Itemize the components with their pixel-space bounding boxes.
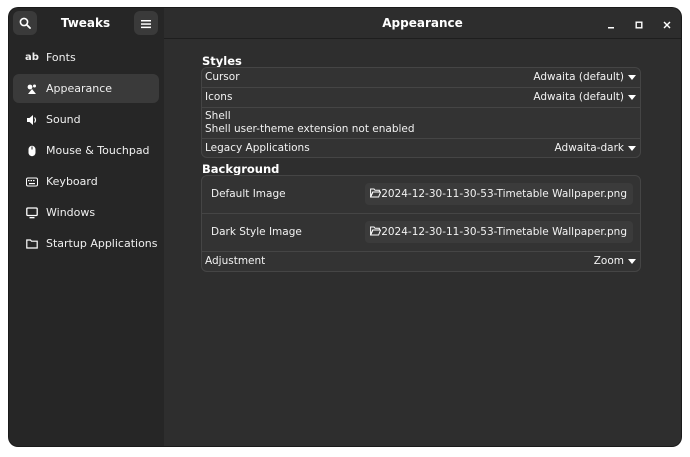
legacy-applications-dropdown[interactable]: Adwaita-dark bbox=[555, 142, 636, 154]
legacy-applications-label: Legacy Applications bbox=[205, 142, 310, 154]
sidebar-item-label: Startup Applications bbox=[46, 237, 158, 250]
keyboard-icon bbox=[26, 176, 38, 188]
dropdown-caret-icon bbox=[628, 74, 636, 80]
sidebar-item-label: Keyboard bbox=[46, 175, 98, 188]
maximize-icon bbox=[635, 14, 643, 33]
mouse-icon bbox=[26, 145, 38, 157]
sidebar-item-appearance[interactable]: Appearance bbox=[13, 74, 159, 103]
shell-label: Shell bbox=[205, 110, 231, 122]
cursor-dropdown[interactable]: Adwaita (default) bbox=[533, 71, 636, 83]
sidebar-item-mouse-touchpad[interactable]: Mouse & Touchpad bbox=[13, 136, 159, 165]
styles-group: Cursor Adwaita (default) Icons Adwaita (… bbox=[201, 67, 641, 158]
dark-style-image-file-button[interactable]: 2024-12-30-11-30-53-Timetable Wallpaper.… bbox=[365, 221, 633, 243]
shell-row: Shell Shell user-theme extension not ena… bbox=[202, 108, 640, 139]
sidebar-item-label: Fonts bbox=[46, 51, 76, 64]
icons-row[interactable]: Icons Adwaita (default) bbox=[202, 88, 640, 108]
sidebar-list: ab Fonts Appearance Sound Mouse & Touchp… bbox=[13, 43, 159, 260]
sidebar-header: Tweaks bbox=[9, 8, 164, 38]
adjustment-value: Zoom bbox=[593, 255, 624, 267]
dropdown-caret-icon bbox=[628, 145, 636, 151]
sidebar-item-sound[interactable]: Sound bbox=[13, 105, 159, 134]
sidebar-item-label: Windows bbox=[46, 206, 96, 219]
legacy-applications-value: Adwaita-dark bbox=[554, 142, 624, 154]
header-bar: Appearance bbox=[164, 8, 681, 39]
dark-style-image-row: Dark Style Image 2024-12-30-11-30-53-Tim… bbox=[202, 214, 640, 252]
background-group: Default Image 2024-12-30-11-30-53-Timeta… bbox=[201, 175, 641, 272]
appearance-page: Styles Cursor Adwaita (default) Icons Ad… bbox=[164, 39, 681, 446]
default-image-row: Default Image 2024-12-30-11-30-53-Timeta… bbox=[202, 176, 640, 214]
styles-section-title: Styles bbox=[202, 54, 242, 68]
adjustment-row[interactable]: Adjustment Zoom bbox=[202, 252, 640, 271]
minimize-button[interactable] bbox=[603, 15, 619, 31]
search-icon bbox=[19, 14, 31, 33]
monitor-icon bbox=[26, 206, 38, 219]
cursor-value: Adwaita (default) bbox=[533, 71, 624, 83]
cursor-row[interactable]: Cursor Adwaita (default) bbox=[202, 68, 640, 88]
sidebar-item-label: Appearance bbox=[46, 82, 113, 95]
close-icon bbox=[663, 14, 671, 33]
main-menu-button[interactable] bbox=[134, 11, 158, 35]
tweaks-window: Tweaks ab Fonts Appearance Sound Mouse &… bbox=[9, 8, 681, 446]
sidebar-item-fonts[interactable]: ab Fonts bbox=[13, 43, 159, 72]
dark-style-image-filename: 2024-12-30-11-30-53-Timetable Wallpaper.… bbox=[381, 226, 627, 238]
sidebar-item-startup-applications[interactable]: Startup Applications bbox=[13, 229, 159, 258]
background-section-title: Background bbox=[202, 162, 280, 176]
shell-note: Shell user-theme extension not enabled bbox=[205, 123, 415, 135]
sidebar-item-keyboard[interactable]: Keyboard bbox=[13, 167, 159, 196]
app-title: Tweaks bbox=[60, 16, 111, 30]
hamburger-icon bbox=[140, 14, 152, 33]
speaker-icon bbox=[26, 114, 38, 126]
fonts-icon: ab bbox=[25, 52, 39, 63]
close-button[interactable] bbox=[659, 15, 675, 31]
cursor-label: Cursor bbox=[205, 71, 240, 83]
adjustment-dropdown[interactable]: Zoom bbox=[594, 255, 636, 267]
search-button[interactable] bbox=[13, 11, 37, 35]
default-image-label: Default Image bbox=[211, 188, 286, 200]
maximize-button[interactable] bbox=[631, 15, 647, 31]
sidebar-item-label: Mouse & Touchpad bbox=[46, 144, 150, 157]
dropdown-caret-icon bbox=[628, 258, 636, 264]
legacy-applications-row[interactable]: Legacy Applications Adwaita-dark bbox=[202, 139, 640, 157]
icons-value: Adwaita (default) bbox=[533, 91, 624, 103]
dropdown-caret-icon bbox=[628, 94, 636, 100]
sidebar-item-windows[interactable]: Windows bbox=[13, 198, 159, 227]
dark-style-image-label: Dark Style Image bbox=[211, 226, 302, 238]
default-image-filename: 2024-12-30-11-30-53-Timetable Wallpaper.… bbox=[381, 188, 627, 200]
icons-dropdown[interactable]: Adwaita (default) bbox=[533, 91, 636, 103]
default-image-file-button[interactable]: 2024-12-30-11-30-53-Timetable Wallpaper.… bbox=[365, 183, 633, 205]
adjustment-label: Adjustment bbox=[205, 255, 266, 267]
folder-open-icon bbox=[370, 226, 382, 239]
icons-label: Icons bbox=[205, 91, 233, 103]
appearance-icon bbox=[26, 83, 38, 95]
folder-icon bbox=[26, 238, 38, 250]
folder-open-icon bbox=[370, 188, 382, 201]
minimize-icon bbox=[607, 14, 615, 33]
sidebar-item-label: Sound bbox=[46, 113, 81, 126]
sidebar: Tweaks ab Fonts Appearance Sound Mouse &… bbox=[9, 8, 165, 446]
